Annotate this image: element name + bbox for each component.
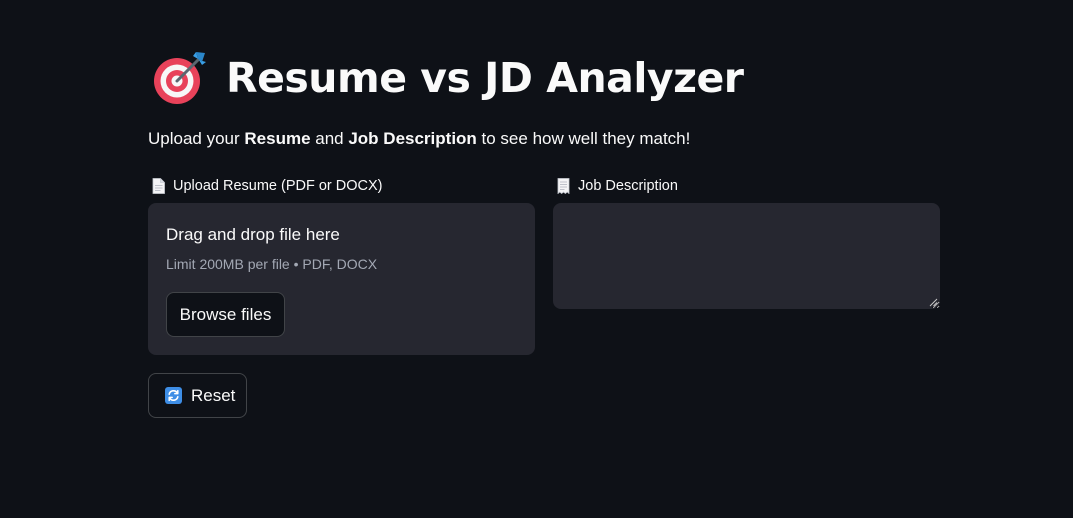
dropzone-instruction: Drag and drop file here [166, 225, 340, 244]
header: Resume vs JD Analyzer [152, 46, 744, 110]
app-page: Resume vs JD Analyzer Upload your Resume… [0, 0, 1073, 518]
receipt-icon [557, 178, 570, 194]
resume-upload-label: Upload Resume (PDF or DOCX) [152, 176, 383, 196]
direct-hit-icon [154, 52, 206, 104]
intro-middle: and [310, 129, 349, 148]
page-icon [152, 178, 165, 194]
reset-button[interactable]: Reset [148, 373, 247, 418]
page-title: Resume vs JD Analyzer [226, 54, 744, 102]
intro-jd-emphasis: Job Description [348, 129, 477, 148]
resize-handle-icon[interactable] [928, 297, 938, 307]
intro-resume-emphasis: Resume [244, 129, 311, 148]
browse-files-button[interactable]: Browse files [166, 292, 285, 337]
intro-suffix: to see how well they match! [476, 129, 691, 148]
reset-button-label: Reset [191, 385, 236, 405]
resume-dropzone[interactable]: Drag and drop file here Limit 200MB per … [148, 203, 535, 355]
dropzone-limit-text: Limit 200MB per file • PDF, DOCX [166, 256, 378, 272]
intro-text: Upload your Resume and Job Description t… [148, 127, 690, 151]
resume-upload-label-text: Upload Resume (PDF or DOCX) [173, 178, 383, 194]
intro-prefix: Upload your [148, 129, 245, 148]
job-description-input[interactable] [553, 203, 940, 309]
job-description-label-text: Job Description [578, 178, 678, 194]
job-description-label: Job Description [557, 176, 678, 196]
refresh-icon [165, 387, 182, 404]
